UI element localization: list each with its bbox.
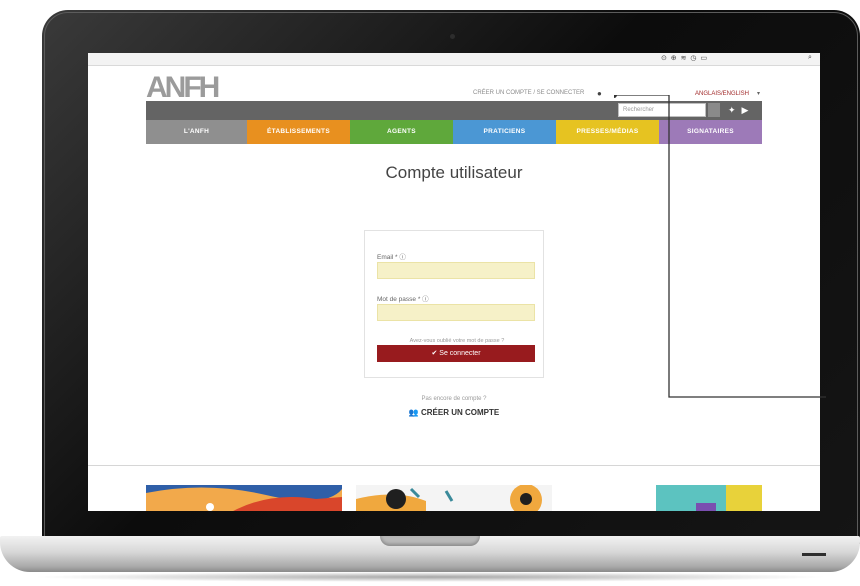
nav-item-agents[interactable]: AGENTS [350,120,453,144]
site-logo[interactable]: ANFH [146,73,220,103]
login-form: Email * ⓘ Mot de passe * ⓘ Avez-vous oub… [364,230,544,378]
page-title: Compte utilisateur [385,163,523,182]
email-label: Email * ⓘ [377,254,406,261]
nav-item-etablissements[interactable]: ÉTABLISSEMENTS [247,120,350,144]
login-button[interactable]: ✔ Se connecter [377,345,535,362]
nav-item-signataires[interactable]: SIGNATAIRES [659,120,762,144]
illustration-1 [146,485,342,511]
divider [88,465,820,466]
menubar-status-icons: ⊙ ⊕ ≋ ◷ ▭ [661,55,709,62]
password-label: Mot de passe * ⓘ [377,296,429,303]
laptop-base-marker [802,553,826,556]
language-label: ANGLAIS/ENGLISH [695,91,750,97]
account-link-label: CRÉER UN COMPTE / SE CONNECTER [473,90,585,96]
create-account-link[interactable]: 👥 CRÉER UN COMPTE [88,408,820,417]
illustration-2 [356,485,552,511]
laptop-notch [380,536,480,546]
social-links: ✦ ▶ [728,105,754,115]
main-nav: L'ANFH ÉTABLISSEMENTS AGENTS PRATICIENS … [146,120,762,144]
thumbnail-image[interactable] [656,485,762,511]
twitter-icon[interactable]: ✦ [728,105,736,115]
password-field[interactable] [377,304,535,321]
spotlight-search-icon[interactable]: ⌕ [808,54,812,62]
search-button[interactable] [708,103,720,117]
illustration-3 [656,485,762,511]
os-menubar: ⊙ ⊕ ≋ ◷ ▭ ⌕ [88,53,820,66]
account-link[interactable]: CRÉER UN COMPTE / SE CONNECTER ● [473,89,602,98]
no-account-text: Pas encore de compte ? [421,396,487,402]
search-input[interactable]: Rechercher [618,103,706,117]
thumbnail-image[interactable] [146,485,342,511]
nav-item-anfh[interactable]: L'ANFH [146,120,247,144]
email-field[interactable] [377,262,535,279]
language-select[interactable]: ANGLAIS/ENGLISH ▾ [695,90,760,97]
nav-item-praticiens[interactable]: PRATICIENS [453,120,556,144]
camera-icon [450,34,455,39]
thumbnail-image[interactable] [356,485,552,511]
nav-item-presses-medias[interactable]: PRESSES/MÉDIAS [556,120,659,144]
chevron-down-icon: ▾ [757,91,761,97]
screen: ⊙ ⊕ ≋ ◷ ▭ ⌕ ANFH CRÉER UN COMPTE / SE CO… [88,53,820,511]
youtube-icon[interactable]: ▶ [742,105,749,115]
user-icon: ● [597,89,602,98]
forgot-password-link[interactable]: Avez-vous oublié votre mot de passe ? [378,338,536,344]
laptop-shadow [30,572,830,582]
